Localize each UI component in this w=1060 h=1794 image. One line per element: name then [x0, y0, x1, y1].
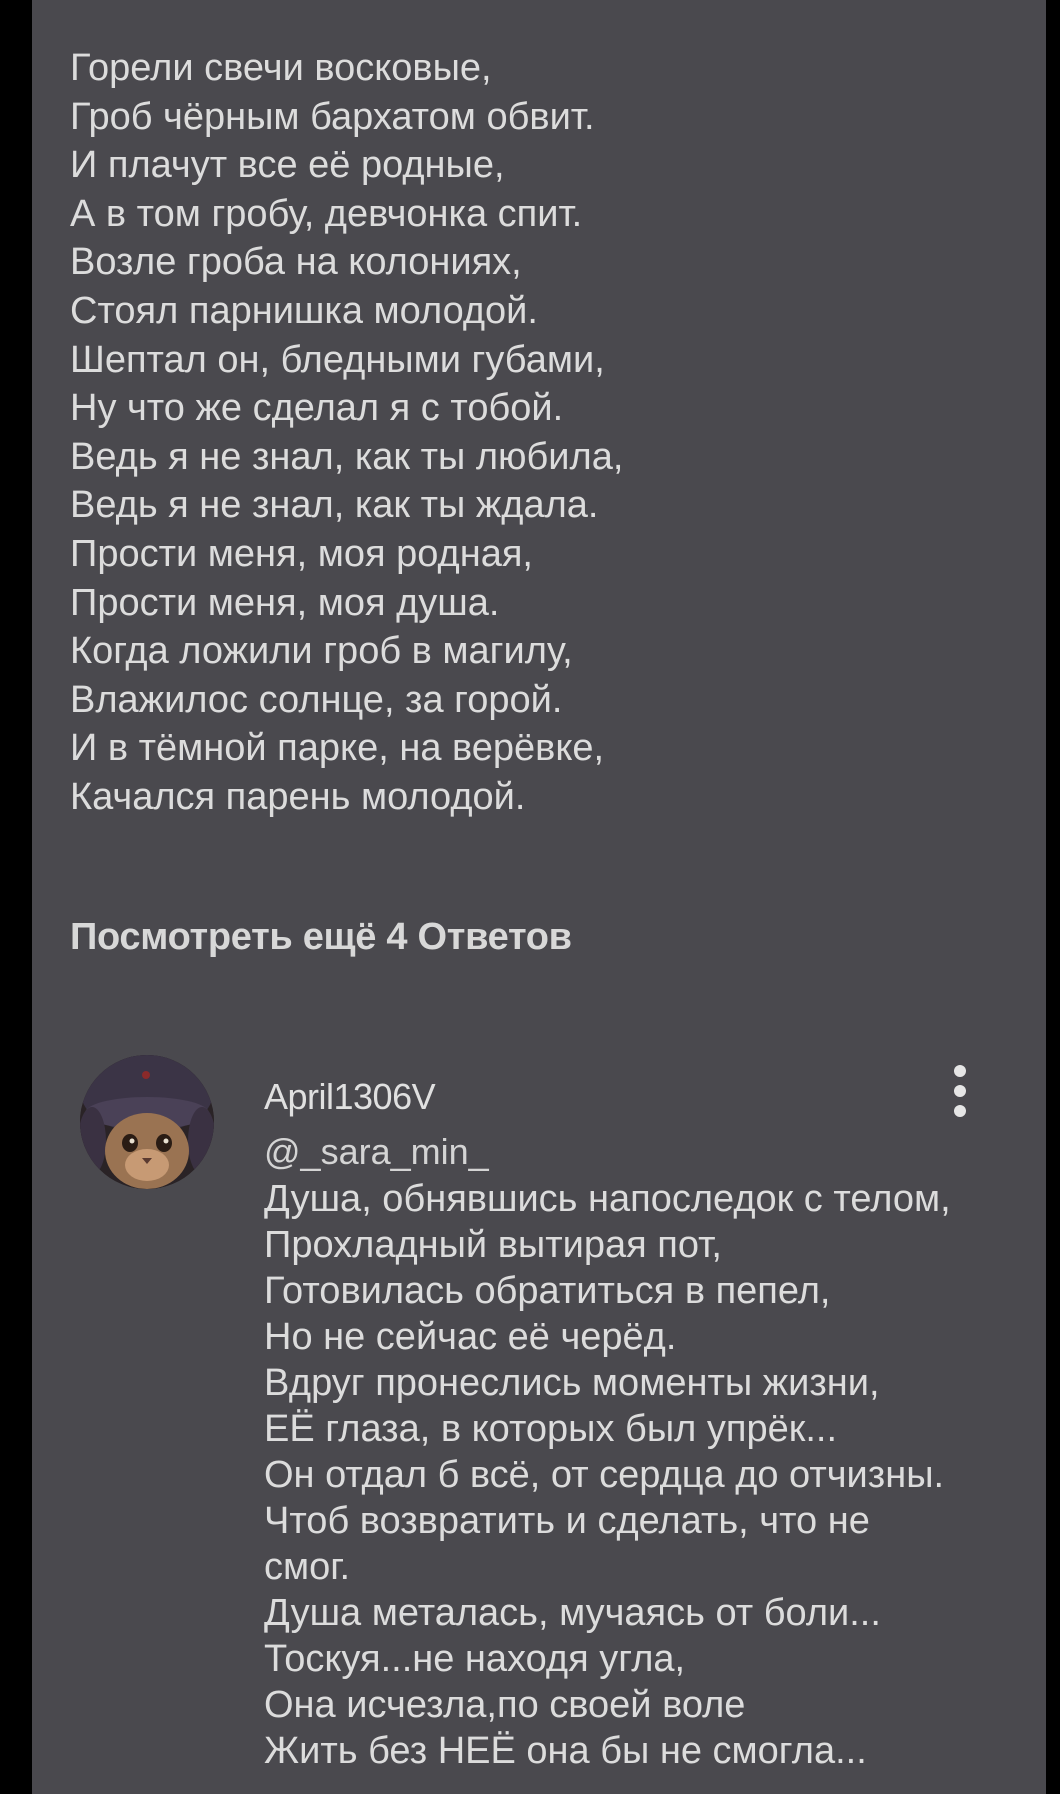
reply-line: Он отдал б всё, от сердца до отчизны.	[264, 1454, 945, 1496]
comment-line: Ведь я не знал, как ты любила,	[70, 435, 624, 478]
comment-line: И плачут все её родные,	[70, 144, 505, 187]
reply-line: ЕЁ глаза, в которых был упрёк...	[264, 1408, 838, 1450]
reply-line: Готовилась обратиться в пепел,	[264, 1270, 831, 1312]
comment-line: Шептал он, бледными губами,	[70, 338, 605, 381]
avatar[interactable]	[80, 1055, 214, 1189]
comment-line: Когда ложили гроб в магилу,	[70, 630, 573, 673]
comment-line: Прости меня, моя родная,	[70, 532, 533, 575]
reply-author[interactable]: April1306V	[264, 1072, 1004, 1122]
comment-line: Качался парень молодой.	[70, 775, 526, 818]
comment-line: Стоял парнишка молодой.	[70, 289, 538, 332]
reply-line: Жить без НЕЁ она бы не смогла...	[264, 1730, 867, 1772]
menu-dot	[954, 1065, 966, 1077]
reply-line: Прохладный вытирая пот,	[264, 1224, 722, 1266]
more-vertical-icon[interactable]	[944, 1065, 976, 1125]
reply-line: Чтоб возвратить и сделать, что не	[264, 1500, 870, 1542]
cat-avatar-image	[80, 1055, 214, 1189]
comment-line: Влажилос солнце, за горой.	[70, 678, 563, 721]
menu-dot	[954, 1105, 966, 1117]
comment-line: Возле гроба на колониях,	[70, 241, 522, 284]
comment-line: Ну что же сделал я с тобой.	[70, 387, 564, 430]
reply-comment: April1306V @_sara_min_ Душа, обнявшись н…	[264, 1072, 1004, 1774]
comment-text: Горели свечи восковые, Гроб чёрным барха…	[70, 44, 1010, 822]
comment-line: Прости меня, моя душа.	[70, 581, 500, 624]
reply-line: Душа, обнявшись напоследок с телом,	[264, 1178, 951, 1220]
comment-line: Горели свечи восковые,	[70, 47, 492, 89]
reply-line: Она исчезла,по своей воле	[264, 1684, 746, 1726]
reply-line: Вдруг пронеслись моменты жизни,	[264, 1362, 880, 1404]
comment-line: Гроб чёрным бархатом обвит.	[70, 95, 595, 138]
view-more-replies-button[interactable]: Посмотреть ещё 4 Ответов	[70, 916, 572, 959]
reply-line: Но не сейчас её черёд.	[264, 1316, 677, 1358]
reply-mention[interactable]: @_sara_min_	[264, 1128, 1004, 1176]
reply-line: Душа металась, мучаясь от боли...	[264, 1592, 881, 1634]
reply-line: Тоскуя...не находя угла,	[264, 1638, 686, 1680]
reply-text: Душа, обнявшись напоследок с телом, Прох…	[264, 1176, 1004, 1774]
comment-line: И в тёмной парке, на верёвке,	[70, 727, 605, 770]
menu-dot	[954, 1085, 966, 1097]
comment-line: А в том гробу, девчонка спит.	[70, 192, 583, 235]
reply-line: смог.	[264, 1546, 351, 1588]
comment-line: Ведь я не знал, как ты ждала.	[70, 484, 599, 527]
